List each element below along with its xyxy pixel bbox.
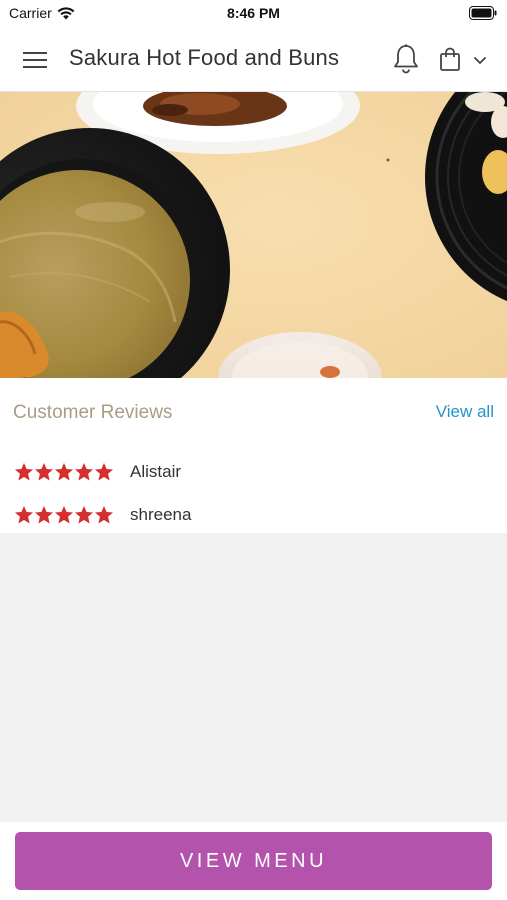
- status-time: 8:46 PM: [227, 5, 280, 21]
- customer-reviews-section: Customer Reviews View all Alistair shree…: [0, 378, 507, 533]
- bottom-bar: VIEW MENU: [0, 822, 507, 900]
- reviewer-name: shreena: [130, 505, 192, 524]
- star-rating: [14, 462, 114, 482]
- review-item: shreena: [14, 502, 191, 528]
- app-header: Sakura Hot Food and Buns: [0, 28, 507, 92]
- shopping-bag-icon[interactable]: [438, 46, 462, 72]
- view-menu-button[interactable]: VIEW MENU: [15, 832, 492, 890]
- view-all-link[interactable]: View all: [436, 402, 494, 422]
- review-item: Alistair: [14, 459, 181, 485]
- star-icon: [75, 463, 93, 481]
- hero-image: [0, 92, 507, 378]
- star-rating: [14, 505, 114, 525]
- star-icon: [75, 506, 93, 524]
- reviewer-name: Alistair: [130, 462, 182, 481]
- bell-icon[interactable]: [392, 43, 420, 75]
- menu-icon[interactable]: [22, 48, 48, 72]
- page-title: Sakura Hot Food and Buns: [69, 45, 340, 70]
- star-icon: [55, 463, 73, 481]
- chevron-down-icon[interactable]: [472, 54, 488, 66]
- star-icon: [15, 506, 33, 524]
- reviews-title: Customer Reviews: [13, 402, 173, 423]
- star-icon: [95, 463, 113, 481]
- star-icon: [35, 506, 53, 524]
- status-bar: Carrier 8:46 PM: [0, 0, 507, 28]
- battery-icon: [469, 6, 497, 20]
- star-icon: [95, 506, 113, 524]
- star-icon: [35, 463, 53, 481]
- food-photo: [0, 92, 507, 378]
- star-icon: [15, 463, 33, 481]
- star-icon: [55, 506, 73, 524]
